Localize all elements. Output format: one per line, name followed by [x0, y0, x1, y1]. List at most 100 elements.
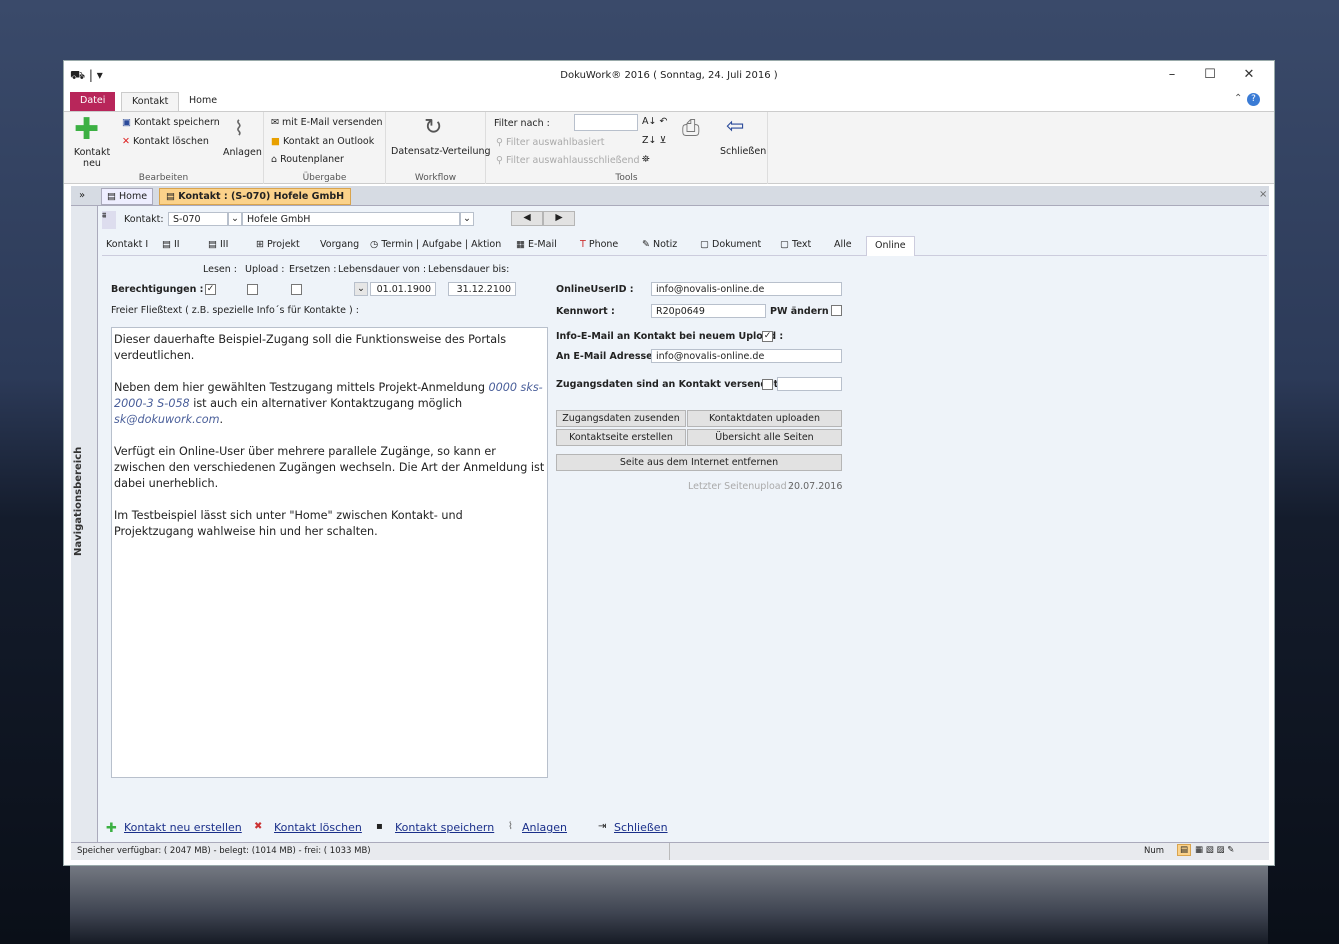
- contact-id-combo[interactable]: S-070: [168, 212, 228, 226]
- last-upload-label: Letzter Seitenupload :: [688, 481, 793, 492]
- form-view-icon[interactable]: ▤: [1177, 844, 1192, 856]
- uid-field[interactable]: info@novalis-online.de: [651, 282, 842, 296]
- subtab-iii[interactable]: ▤ III: [204, 236, 232, 255]
- save-button[interactable]: ▣ Kontakt speichern: [122, 117, 220, 128]
- prev-record-button[interactable]: ◀: [511, 211, 543, 226]
- group-label: Übergabe: [302, 173, 347, 183]
- email-send-button[interactable]: ✉ mit E-Mail versenden: [271, 117, 382, 128]
- group-workflow: ↻ Datensatz-Verteilung Workflow: [386, 112, 491, 184]
- group-label: Tools: [615, 173, 638, 183]
- close-button[interactable]: ✕: [1234, 67, 1264, 82]
- subtab-phone[interactable]: T Phone: [576, 236, 622, 255]
- filter-exclude-button[interactable]: ⚲ Filter auswahlausschließend: [496, 155, 640, 166]
- group-label: Bearbeiten: [138, 173, 189, 183]
- navigation-pane[interactable]: Navigationsbereich: [71, 206, 98, 842]
- group-uebergabe: ✉ mit E-Mail versenden ■ Kontakt an Outl…: [264, 112, 386, 184]
- filter-input[interactable]: [574, 114, 638, 131]
- contact-name-combo[interactable]: Hofele GmbH: [242, 212, 460, 226]
- subtab-vorgang[interactable]: Vorgang: [316, 236, 363, 255]
- create-page-button[interactable]: Kontaktseite erstellen: [556, 429, 686, 446]
- pw-label: Kennwort :: [556, 306, 615, 317]
- minimize-button[interactable]: –: [1157, 67, 1187, 82]
- save-contact-link[interactable]: Kontakt speichern: [395, 821, 494, 834]
- close-form-button[interactable]: Schließen: [720, 146, 766, 157]
- subtab-projekt[interactable]: ⊞ Projekt: [252, 236, 304, 255]
- tab-datei[interactable]: Datei: [70, 92, 116, 112]
- add-icon: ✚: [106, 821, 117, 836]
- chevron-down-icon[interactable]: ⌄: [228, 212, 242, 226]
- remove-page-button[interactable]: Seite aus dem Internet entfernen: [556, 454, 842, 471]
- chevron-down-icon[interactable]: ⌄: [354, 282, 368, 296]
- subtab-termin[interactable]: ◷ Termin | Aufgabe | Aktion: [366, 236, 505, 255]
- valid-to-field[interactable]: 31.12.2100: [448, 282, 516, 296]
- binoculars-icon[interactable]: ⛯: [642, 154, 650, 165]
- filter-selection-button[interactable]: ⚲ Filter auswahlbasiert: [496, 137, 605, 148]
- delete-contact-link[interactable]: Kontakt löschen: [274, 821, 362, 834]
- subtab-alle[interactable]: Alle: [830, 236, 856, 255]
- subtab-ii[interactable]: ▤ II: [158, 236, 184, 255]
- attachments-link[interactable]: Anlagen: [522, 821, 567, 834]
- overview-button[interactable]: Übersicht alle Seiten: [687, 429, 842, 446]
- doctab-home[interactable]: ▤ Home: [101, 188, 154, 205]
- upload-contact-button[interactable]: Kontaktdaten uploaden: [687, 410, 842, 427]
- delete-button[interactable]: ✕ Kontakt löschen: [122, 136, 209, 147]
- subtab-kontakt-i[interactable]: Kontakt I: [102, 236, 152, 255]
- delete-icon: ✕: [122, 136, 130, 147]
- header-to: Lebensdauer bis:: [428, 264, 510, 275]
- maximize-button[interactable]: ☐: [1195, 67, 1225, 82]
- close-link[interactable]: Schließen: [614, 821, 668, 834]
- pw-field[interactable]: R20p0649: [651, 304, 766, 318]
- print-icon[interactable]: ⎙: [682, 116, 700, 141]
- memo-text: .: [219, 413, 224, 426]
- record-selector-icon[interactable]: ⩩: [102, 211, 116, 229]
- sort-desc-icon[interactable]: Z↓ ⊻: [642, 135, 666, 146]
- pw-change-checkbox[interactable]: [831, 305, 842, 316]
- expand-nav-icon[interactable]: »: [79, 190, 85, 201]
- valid-from-field[interactable]: 01.01.1900: [370, 282, 436, 296]
- upload-checkbox[interactable]: [247, 284, 258, 295]
- close-doc-icon[interactable]: ×: [1259, 189, 1267, 200]
- memo-paragraph: Neben dem hier gewählten Testzugang mitt…: [114, 380, 545, 428]
- group-label: Workflow: [414, 173, 457, 183]
- sub-tabs: Kontakt I ▤ II ▤ III ⊞ Projekt Vorgang ◷…: [102, 236, 1267, 256]
- subtab-text[interactable]: ▢ Text: [776, 236, 815, 255]
- send-credentials-button[interactable]: Zugangsdaten zusenden: [556, 410, 686, 427]
- subtab-dokument[interactable]: ▢ Dokument: [696, 236, 765, 255]
- header-from: Lebensdauer von :: [338, 264, 427, 275]
- title-bar: ⛟ | ▾ DokuWork® 2016 ( Sonntag, 24. Juli…: [64, 61, 1274, 106]
- help-icon[interactable]: ?: [1247, 93, 1260, 106]
- kontakt-neu-button[interactable]: Kontakt neu: [72, 147, 112, 169]
- sent-label: Zugangsdaten sind an Kontakt versendet :: [556, 379, 786, 390]
- sent-date-field[interactable]: [777, 377, 842, 391]
- mail-field[interactable]: info@novalis-online.de: [651, 349, 842, 363]
- ersetzen-checkbox[interactable]: [291, 284, 302, 295]
- window-title: DokuWork® 2016 ( Sonntag, 24. Juli 2016 …: [560, 70, 778, 81]
- exit-door-icon: ⇦: [726, 114, 745, 139]
- lesen-checkbox[interactable]: ✓: [205, 284, 216, 295]
- collapse-ribbon-icon[interactable]: ⌃: [1234, 93, 1242, 104]
- filter-label: Filter nach :: [494, 118, 550, 129]
- save-icon: ▪: [376, 821, 383, 832]
- memo-textarea[interactable]: Dieser dauerhafte Beispiel-Zugang soll d…: [111, 327, 548, 778]
- outlook-button[interactable]: ■ Kontakt an Outlook: [271, 136, 374, 147]
- tab-home[interactable]: Home: [179, 92, 227, 112]
- paperclip-icon: ⌇: [234, 116, 244, 140]
- memo-text: ist auch ein alternativer Kontaktzugang …: [189, 397, 463, 410]
- tab-kontakt[interactable]: Kontakt: [121, 92, 180, 113]
- subtab-notiz[interactable]: ✎ Notiz: [638, 236, 681, 255]
- subtab-email[interactable]: ▦ E-Mail: [512, 236, 561, 255]
- email-link[interactable]: sk@dokuwork.com: [114, 413, 220, 426]
- chevron-down-icon[interactable]: ⌄: [460, 212, 474, 226]
- new-contact-link[interactable]: Kontakt neu erstellen: [124, 821, 242, 834]
- info-mail-checkbox[interactable]: ✓: [762, 331, 773, 342]
- distribution-icon: ↻: [424, 115, 443, 140]
- sort-asc-icon[interactable]: A↓ ↶: [642, 116, 667, 127]
- sent-checkbox[interactable]: [762, 379, 773, 390]
- route-button[interactable]: ⌂ Routenplaner: [271, 154, 344, 165]
- subtab-online[interactable]: Online: [866, 236, 915, 256]
- datasheet-view-icon[interactable]: ▦ ▧ ▨ ✎: [1195, 845, 1234, 855]
- doctab-kontakt[interactable]: ▤ Kontakt : (S-070) Hofele GmbH: [159, 188, 352, 205]
- anlagen-button[interactable]: Anlagen: [223, 147, 262, 158]
- distribution-button[interactable]: Datensatz-Verteilung: [391, 146, 491, 157]
- next-record-button[interactable]: ▶: [543, 211, 575, 226]
